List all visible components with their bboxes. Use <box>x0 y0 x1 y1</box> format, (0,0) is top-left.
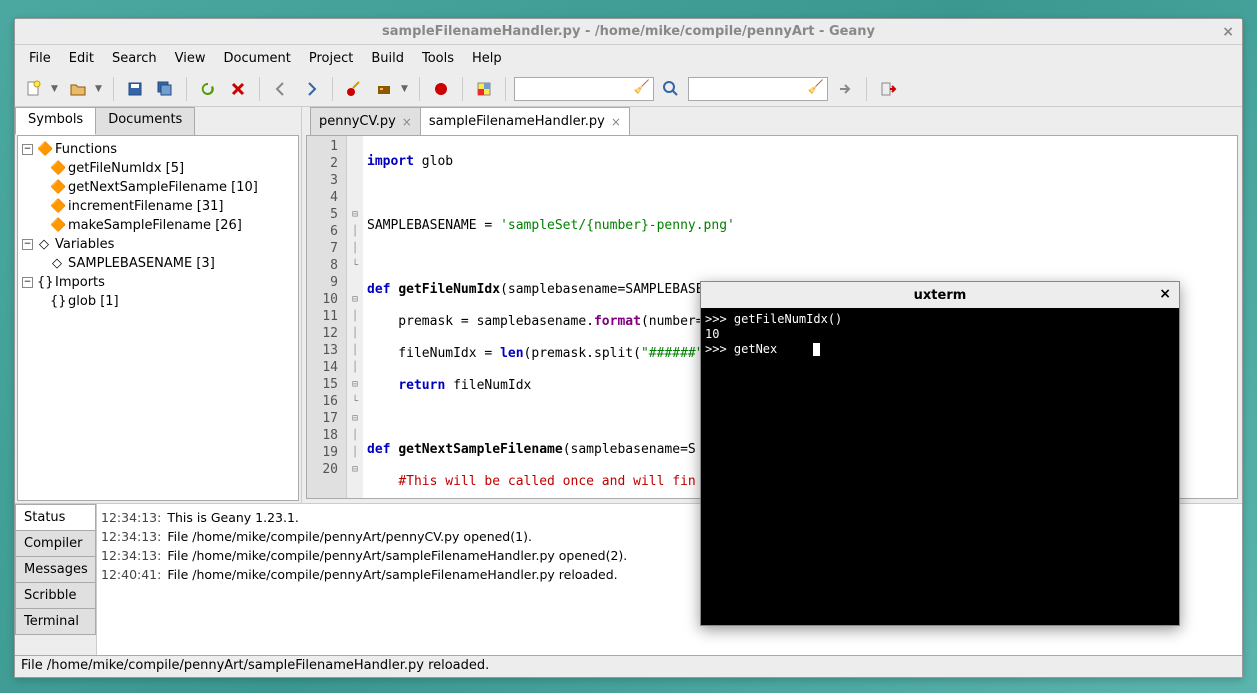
menu-build[interactable]: Build <box>363 48 412 69</box>
save-all-icon[interactable] <box>152 76 178 102</box>
tree-group-variables[interactable]: −◇Variables <box>22 235 294 254</box>
tree-item[interactable]: {}glob [1] <box>22 292 294 311</box>
tree-item[interactable]: 🔶getFileNumIdx [5] <box>22 159 294 178</box>
search-icon[interactable] <box>658 76 684 102</box>
function-icon: 🔶 <box>50 218 64 233</box>
close-icon[interactable]: × <box>1222 24 1234 40</box>
open-file-icon[interactable] <box>65 76 91 102</box>
window-titlebar[interactable]: sampleFilenameHandler.py - /home/mike/co… <box>15 19 1242 45</box>
collapse-icon[interactable]: − <box>22 144 33 155</box>
color-picker-icon[interactable] <box>471 76 497 102</box>
tree-item[interactable]: 🔶makeSampleFilename [26] <box>22 216 294 235</box>
tree-group-functions[interactable]: −🔶Functions <box>22 140 294 159</box>
function-icon: 🔶 <box>50 199 64 214</box>
collapse-icon[interactable]: − <box>22 277 33 288</box>
reload-icon[interactable] <box>195 76 221 102</box>
import-group-icon: {} <box>37 275 51 290</box>
close-tab-icon[interactable]: × <box>611 115 621 129</box>
menu-project[interactable]: Project <box>301 48 361 69</box>
status-text: File /home/mike/compile/pennyArt/sampleF… <box>21 658 489 673</box>
function-group-icon: 🔶 <box>37 142 51 157</box>
goto-input[interactable]: 🧹 <box>688 77 828 101</box>
editor-tab[interactable]: sampleFilenameHandler.py× <box>420 107 630 135</box>
bottom-tab-scribble[interactable]: Scribble <box>15 582 96 609</box>
close-tab-icon[interactable]: × <box>402 115 412 129</box>
menu-help[interactable]: Help <box>464 48 510 69</box>
bottom-tab-status[interactable]: Status <box>15 504 96 531</box>
import-icon: {} <box>50 294 64 309</box>
dropdown-icon[interactable]: ▼ <box>401 84 411 94</box>
function-icon: 🔶 <box>50 161 64 176</box>
dropdown-icon[interactable]: ▼ <box>51 84 61 94</box>
save-icon[interactable] <box>122 76 148 102</box>
menu-file[interactable]: File <box>21 48 59 69</box>
nav-back-icon[interactable] <box>268 76 294 102</box>
tree-item[interactable]: ◇SAMPLEBASENAME [3] <box>22 254 294 273</box>
new-file-icon[interactable] <box>21 76 47 102</box>
fold-gutter[interactable]: ⊟││└⊟││││⊟└⊟││⊟ <box>347 136 363 498</box>
broom-icon[interactable]: 🧹 <box>808 80 824 95</box>
bottom-tab-compiler[interactable]: Compiler <box>15 530 96 557</box>
uxterm-title: uxterm <box>914 288 967 303</box>
search-input[interactable]: 🧹 <box>514 77 654 101</box>
cursor-icon <box>813 343 820 356</box>
tree-item[interactable]: 🔶incrementFilename [31] <box>22 197 294 216</box>
variable-icon: ◇ <box>50 256 64 271</box>
menu-search[interactable]: Search <box>104 48 165 69</box>
sidebar: Symbols Documents −🔶Functions 🔶getFileNu… <box>15 107 302 503</box>
menu-edit[interactable]: Edit <box>61 48 102 69</box>
nav-forward-icon[interactable] <box>298 76 324 102</box>
variable-group-icon: ◇ <box>37 237 51 252</box>
menubar: File Edit Search View Document Project B… <box>15 45 1242 71</box>
uxterm-titlebar[interactable]: uxterm × <box>701 282 1179 308</box>
terminal-content[interactable]: >>> getFileNumIdx() 10 >>> getNex <box>701 308 1179 625</box>
run-icon[interactable] <box>428 76 454 102</box>
menu-tools[interactable]: Tools <box>414 48 462 69</box>
sidebar-tab-symbols[interactable]: Symbols <box>15 107 96 135</box>
line-gutter: 1234567891011121314151617181920 <box>307 136 347 498</box>
compile-icon[interactable] <box>341 76 367 102</box>
window-title: sampleFilenameHandler.py - /home/mike/co… <box>382 24 875 39</box>
sidebar-tab-documents[interactable]: Documents <box>95 107 195 135</box>
symbol-tree[interactable]: −🔶Functions 🔶getFileNumIdx [5] 🔶getNextS… <box>17 135 299 501</box>
statusbar: File /home/mike/compile/pennyArt/sampleF… <box>15 655 1242 677</box>
uxterm-window[interactable]: uxterm × >>> getFileNumIdx() 10 >>> getN… <box>700 281 1180 626</box>
dropdown-icon[interactable]: ▼ <box>95 84 105 94</box>
broom-icon[interactable]: 🧹 <box>634 80 650 95</box>
close-icon[interactable]: × <box>1159 286 1171 302</box>
menu-view[interactable]: View <box>167 48 214 69</box>
tree-item[interactable]: 🔶getNextSampleFilename [10] <box>22 178 294 197</box>
bottom-tab-messages[interactable]: Messages <box>15 556 96 583</box>
function-icon: 🔶 <box>50 180 64 195</box>
editor-tab[interactable]: pennyCV.py× <box>310 107 421 135</box>
close-file-icon[interactable] <box>225 76 251 102</box>
build-icon[interactable] <box>371 76 397 102</box>
menu-document[interactable]: Document <box>215 48 298 69</box>
bottom-tab-terminal[interactable]: Terminal <box>15 608 96 635</box>
tree-group-imports[interactable]: −{}Imports <box>22 273 294 292</box>
toolbar: ▼ ▼ ▼ 🧹 🧹 <box>15 71 1242 107</box>
goto-icon[interactable] <box>832 76 858 102</box>
collapse-icon[interactable]: − <box>22 239 33 250</box>
editor-tabs: pennyCV.py× sampleFilenameHandler.py× <box>302 107 1242 135</box>
quit-icon[interactable] <box>875 76 901 102</box>
